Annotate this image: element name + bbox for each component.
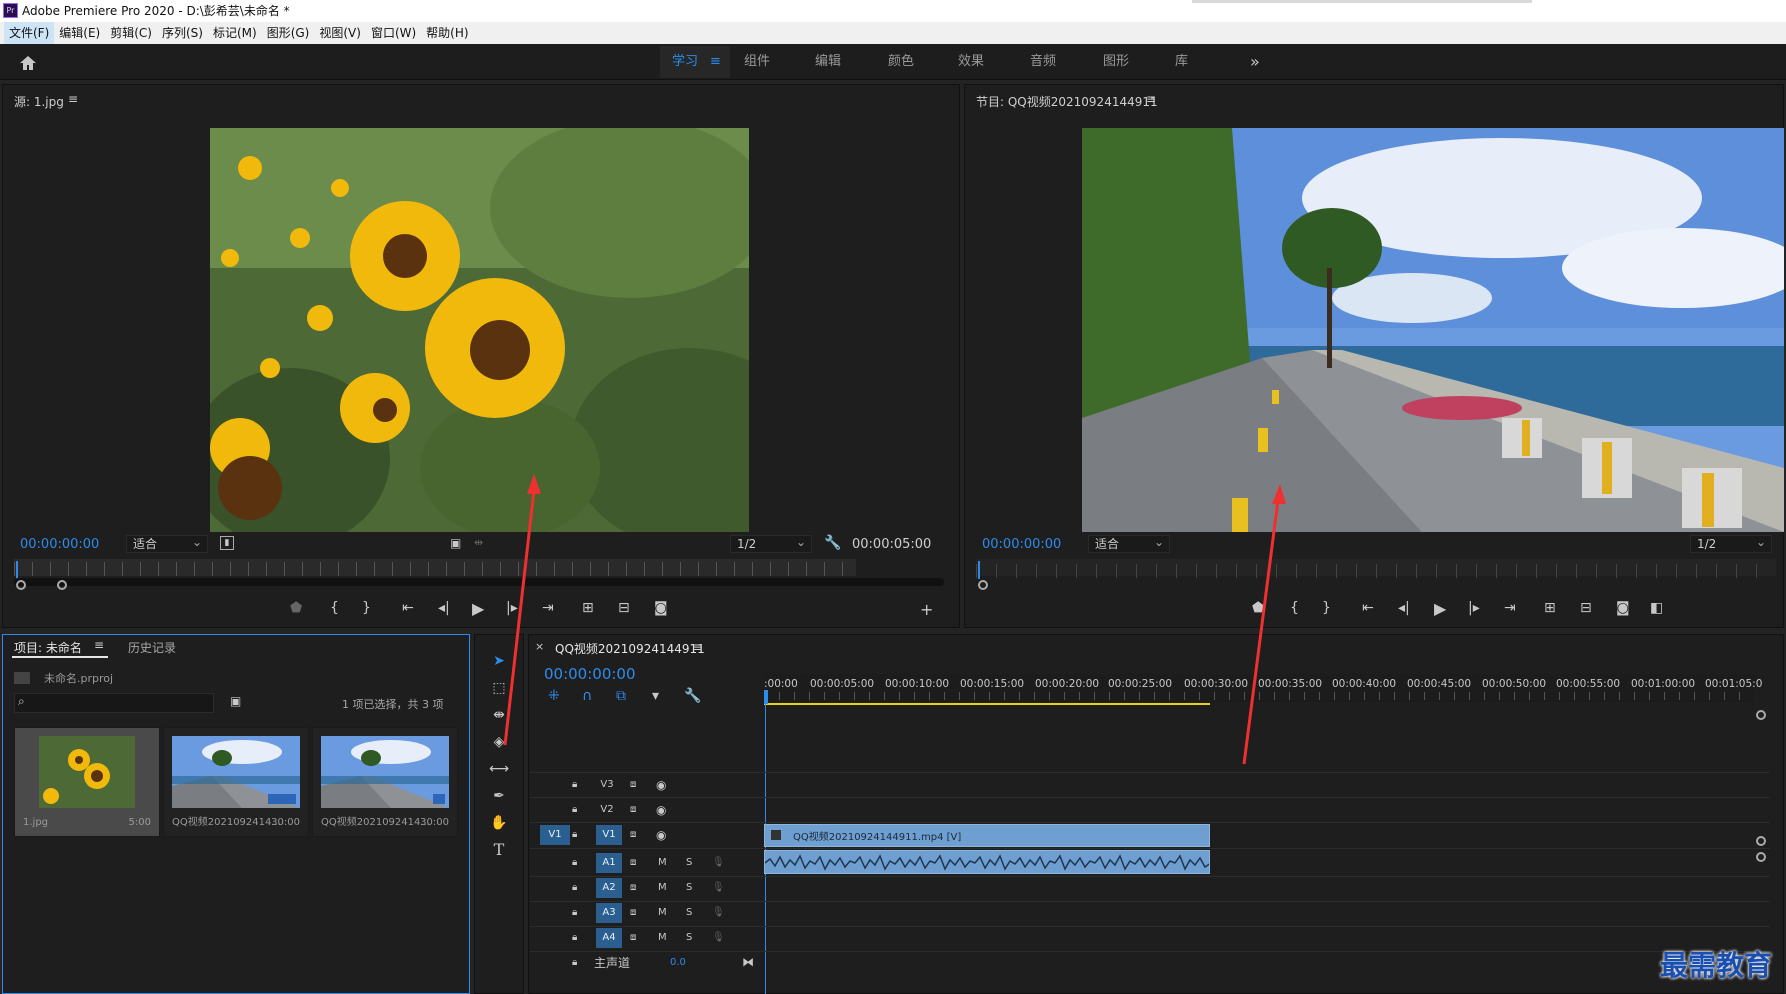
watermark-text: 最需教育 [1660,949,1773,982]
annotation-arrows [503,474,1286,765]
